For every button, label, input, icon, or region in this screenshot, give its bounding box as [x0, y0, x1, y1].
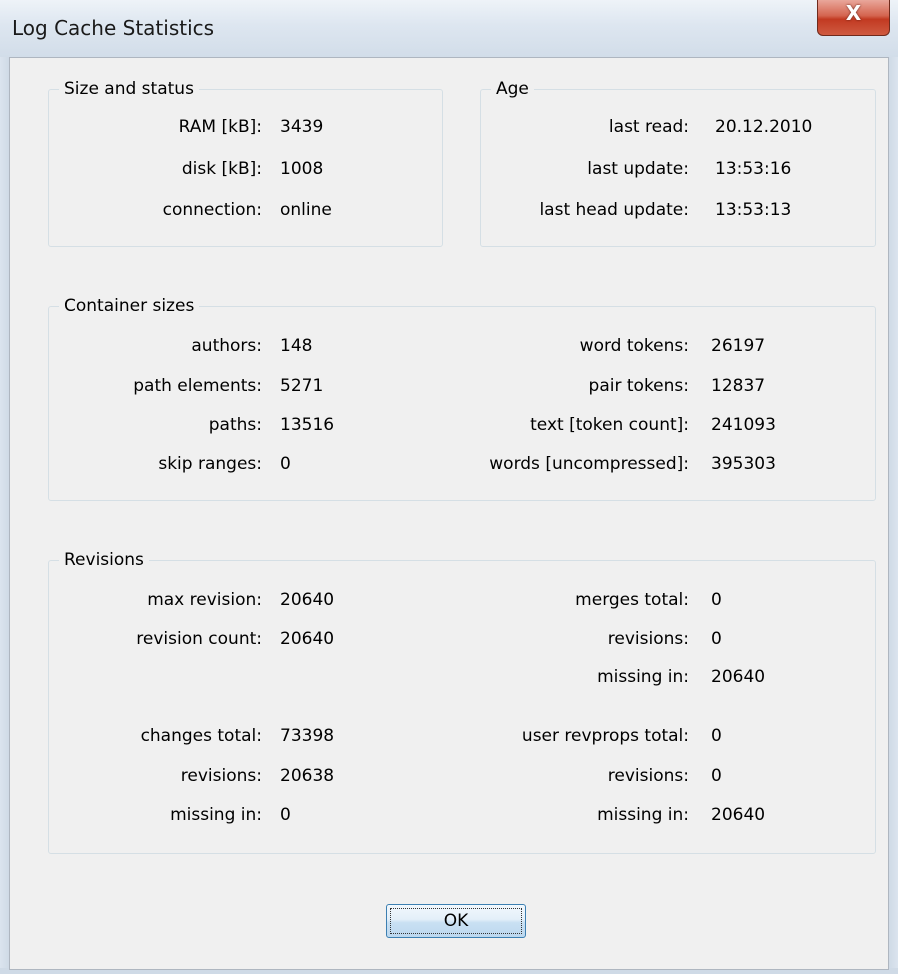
close-button[interactable]: X — [817, 0, 890, 36]
changes-revisions-label: revisions: — [180, 766, 262, 786]
last-update-value: 13:53:16 — [715, 159, 792, 179]
text-token-count-label: text [token count]: — [530, 415, 689, 435]
window-frame-left — [0, 57, 9, 974]
ok-button[interactable]: OK — [386, 904, 526, 938]
dialog-window: Log Cache Statistics X Size and status R… — [0, 0, 898, 974]
title-bar[interactable]: Log Cache Statistics X — [0, 0, 898, 57]
merges-total-value: 0 — [711, 590, 722, 610]
merges-revisions-value: 0 — [711, 629, 722, 649]
max-revision-label: max revision: — [147, 590, 262, 610]
revisions-group-label: Revisions — [59, 549, 149, 571]
authors-label: authors: — [191, 336, 262, 356]
text-token-count-value: 241093 — [711, 415, 776, 435]
revision-count-label: revision count: — [136, 629, 262, 649]
disk-label: disk [kB]: — [181, 159, 262, 179]
changes-revisions-value: 20638 — [280, 766, 335, 786]
ok-button-label: OK — [390, 908, 522, 934]
skip-ranges-label: skip ranges: — [158, 454, 262, 474]
age-group-label: Age — [491, 78, 534, 100]
revision-count-value: 20640 — [280, 629, 335, 649]
disk-value: 1008 — [280, 159, 324, 179]
authors-value: 148 — [280, 336, 313, 356]
user-revprops-total-label: user revprops total: — [521, 726, 689, 746]
merges-missing-in-label: missing in: — [597, 667, 689, 687]
last-head-update-label: last head update: — [539, 200, 689, 220]
last-read-value: 20.12.2010 — [715, 117, 813, 137]
user-revprops-missing-in-label: missing in: — [597, 805, 689, 825]
last-head-update-value: 13:53:13 — [715, 200, 792, 220]
merges-missing-in-value: 20640 — [711, 667, 766, 687]
path-elements-label: path elements: — [133, 376, 262, 396]
paths-value: 13516 — [280, 415, 335, 435]
user-revprops-revisions-label: revisions: — [607, 766, 689, 786]
pair-tokens-label: pair tokens: — [588, 376, 689, 396]
changes-missing-in-label: missing in: — [170, 805, 262, 825]
changes-total-label: changes total: — [140, 726, 262, 746]
word-tokens-value: 26197 — [711, 336, 766, 356]
word-tokens-label: word tokens: — [579, 336, 689, 356]
ram-label: RAM [kB]: — [178, 117, 262, 137]
window-frame-right — [889, 57, 898, 974]
container-sizes-group-label: Container sizes — [59, 295, 200, 317]
path-elements-value: 5271 — [280, 376, 324, 396]
paths-label: paths: — [208, 415, 262, 435]
last-read-label: last read: — [608, 117, 689, 137]
skip-ranges-value: 0 — [280, 454, 291, 474]
changes-total-value: 73398 — [280, 726, 335, 746]
window-title: Log Cache Statistics — [12, 16, 215, 40]
max-revision-value: 20640 — [280, 590, 335, 610]
words-uncompressed-label: words [uncompressed]: — [489, 454, 689, 474]
close-icon: X — [845, 1, 862, 25]
changes-missing-in-value: 0 — [280, 805, 291, 825]
words-uncompressed-value: 395303 — [711, 454, 776, 474]
connection-label: connection: — [162, 200, 262, 220]
size-status-group-label: Size and status — [59, 78, 199, 100]
user-revprops-revisions-value: 0 — [711, 766, 722, 786]
user-revprops-total-value: 0 — [711, 726, 722, 746]
pair-tokens-value: 12837 — [711, 376, 766, 396]
merges-total-label: merges total: — [575, 590, 689, 610]
merges-revisions-label: revisions: — [607, 629, 689, 649]
user-revprops-missing-in-value: 20640 — [711, 805, 766, 825]
connection-value: online — [280, 200, 332, 220]
ram-value: 3439 — [280, 117, 324, 137]
last-update-label: last update: — [587, 159, 689, 179]
